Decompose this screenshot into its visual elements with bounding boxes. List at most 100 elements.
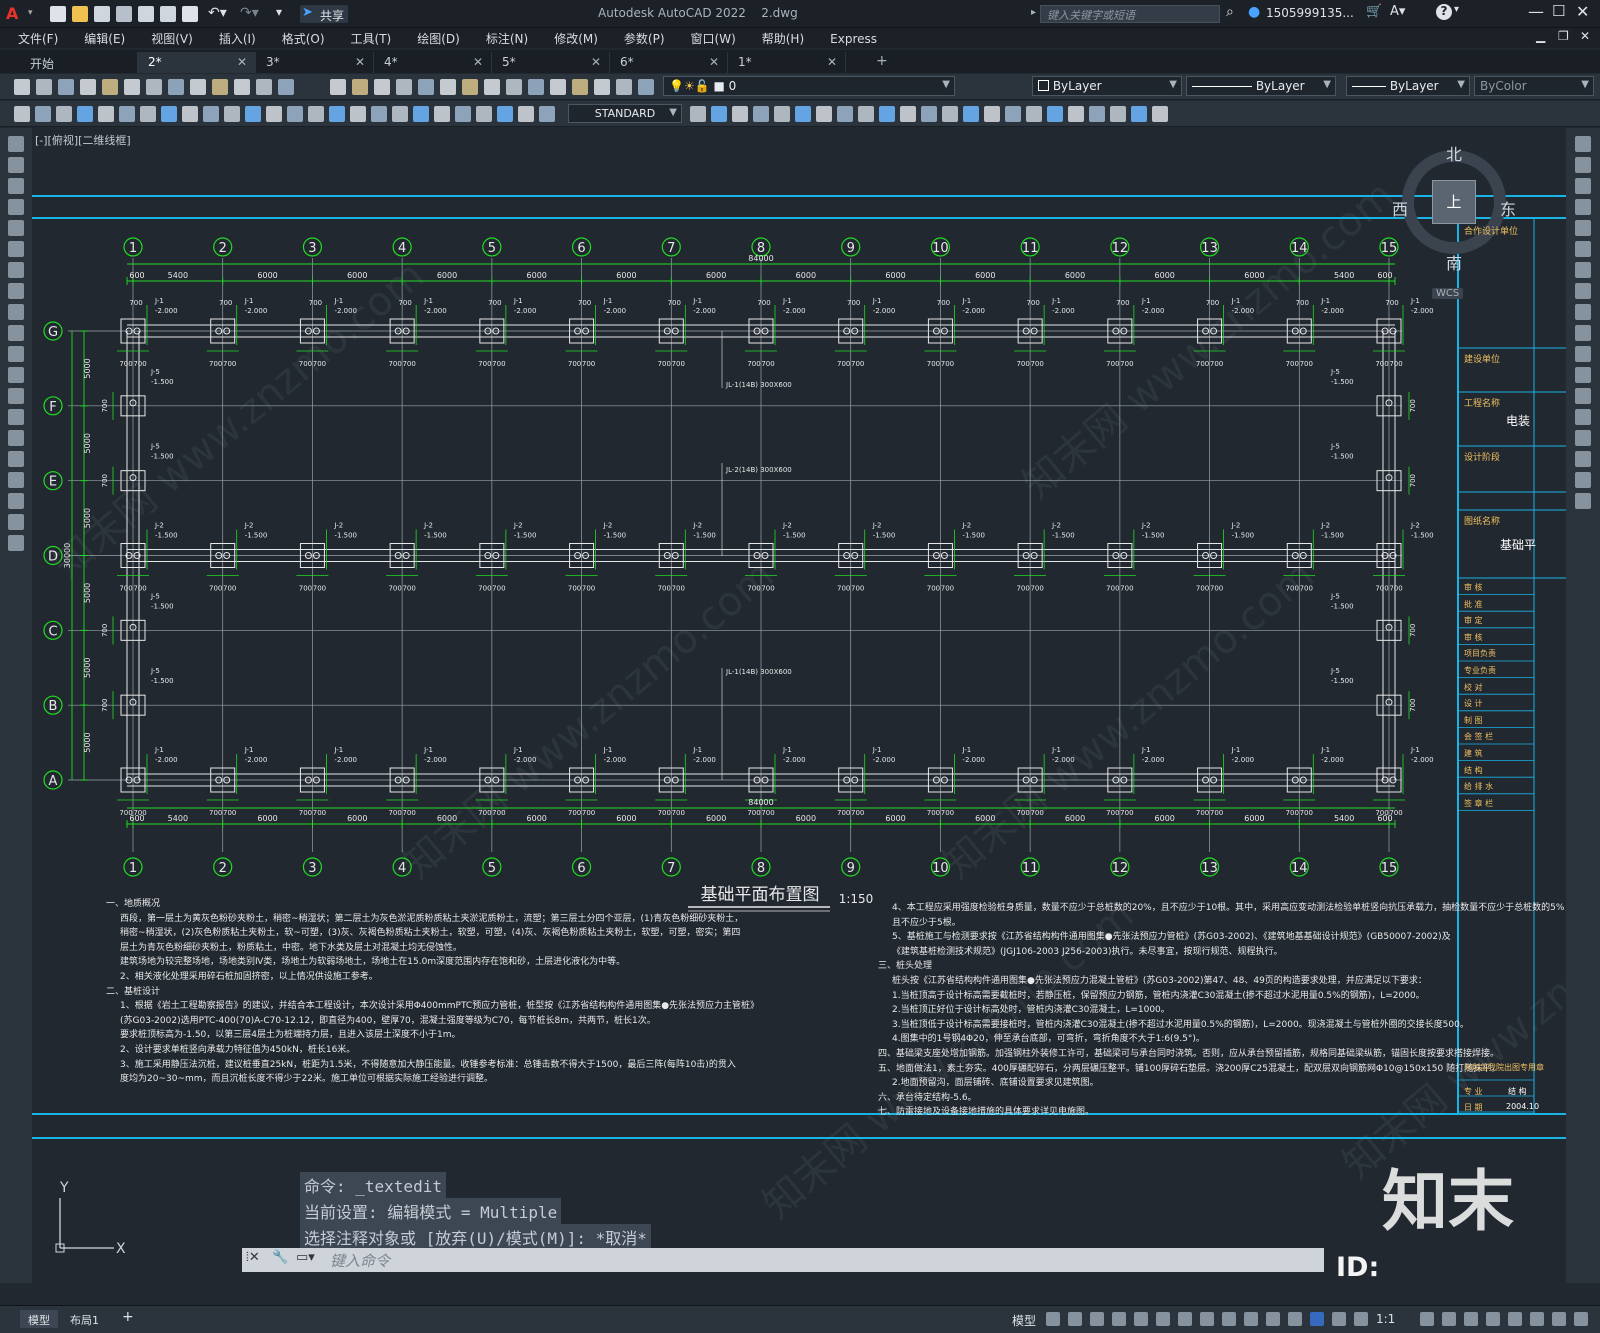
status-toggle-icon[interactable] bbox=[1156, 1312, 1170, 1326]
status-toggle-icon[interactable] bbox=[1464, 1312, 1478, 1326]
modify-tool-icon[interactable] bbox=[1575, 283, 1591, 299]
draw-tool-icon[interactable] bbox=[8, 304, 24, 320]
tool-icon[interactable] bbox=[212, 79, 228, 95]
tab-close-icon[interactable]: ✕ bbox=[355, 55, 365, 69]
layer-dropdown[interactable]: 💡☀🔓 ■ 0 ▼ bbox=[663, 76, 955, 96]
tool-icon[interactable] bbox=[616, 79, 632, 95]
tab-document[interactable]: 3* ✕ bbox=[256, 52, 374, 73]
tool-icon[interactable] bbox=[256, 79, 272, 95]
dim-tool-icon[interactable] bbox=[329, 106, 345, 122]
menu-item[interactable]: 窗口(W) bbox=[691, 30, 736, 47]
drawing-canvas[interactable]: [-][俯视][二维线框] 知末网 www.znzmo.com 知末网 www.… bbox=[32, 128, 1566, 1283]
dim-tool-icon[interactable] bbox=[518, 106, 534, 122]
status-toggle-icon[interactable] bbox=[1134, 1312, 1148, 1326]
tool-icon[interactable] bbox=[374, 79, 390, 95]
recent-commands-icon[interactable]: ▭▾ bbox=[296, 1250, 315, 1265]
search-icon[interactable]: ⌕ bbox=[1226, 4, 1234, 20]
minimize-icon[interactable]: — bbox=[1528, 2, 1544, 21]
dim-tool-icon[interactable] bbox=[732, 106, 748, 122]
tab-layout1[interactable]: 布局1 bbox=[70, 1312, 99, 1328]
dim-tool-icon[interactable] bbox=[942, 106, 958, 122]
tool-icon[interactable] bbox=[638, 79, 654, 95]
tab-close-icon[interactable]: ✕ bbox=[827, 55, 837, 69]
tool-icon[interactable] bbox=[462, 79, 478, 95]
redo-icon[interactable]: ↷▾ bbox=[240, 5, 259, 21]
user-name[interactable]: 1505999135... bbox=[1266, 6, 1354, 20]
draw-tool-icon[interactable] bbox=[8, 346, 24, 362]
status-toggle-icon[interactable] bbox=[1244, 1312, 1258, 1326]
wcs-menu[interactable]: WCS bbox=[1432, 288, 1464, 299]
new-icon[interactable] bbox=[50, 6, 66, 22]
dim-tool-icon[interactable] bbox=[14, 106, 30, 122]
dim-tool-icon[interactable] bbox=[203, 106, 219, 122]
dim-tool-icon[interactable] bbox=[879, 106, 895, 122]
tool-icon[interactable] bbox=[572, 79, 588, 95]
status-toggle-icon[interactable] bbox=[1574, 1312, 1588, 1326]
draw-tool-icon[interactable] bbox=[8, 241, 24, 257]
tab-close-icon[interactable]: ✕ bbox=[591, 55, 601, 69]
undo-icon[interactable]: ↶▾ bbox=[208, 5, 227, 21]
status-toggle-icon[interactable] bbox=[1288, 1312, 1302, 1326]
modify-tool-icon[interactable] bbox=[1575, 409, 1591, 425]
modify-tool-icon[interactable] bbox=[1575, 430, 1591, 446]
tool-icon[interactable] bbox=[594, 79, 610, 95]
chevron-down-icon[interactable]: ▾ bbox=[28, 8, 38, 18]
tool-icon[interactable] bbox=[506, 79, 522, 95]
dim-tool-icon[interactable] bbox=[350, 106, 366, 122]
status-toggle-icon[interactable] bbox=[1354, 1312, 1368, 1326]
status-toggle-icon[interactable] bbox=[1178, 1312, 1192, 1326]
dim-tool-icon[interactable] bbox=[35, 106, 51, 122]
tab-document[interactable]: 4* ✕ bbox=[374, 52, 492, 73]
tab-close-icon[interactable]: ✕ bbox=[237, 55, 247, 69]
tool-icon[interactable] bbox=[190, 79, 206, 95]
dim-tool-icon[interactable] bbox=[1047, 106, 1063, 122]
dim-tool-icon[interactable] bbox=[858, 106, 874, 122]
dim-tool-icon[interactable] bbox=[1131, 106, 1147, 122]
draw-tool-icon[interactable] bbox=[8, 199, 24, 215]
tool-icon[interactable] bbox=[330, 79, 346, 95]
tool-icon[interactable] bbox=[352, 79, 368, 95]
menu-item[interactable]: 绘图(D) bbox=[417, 30, 460, 47]
tab-document[interactable]: 开始 bbox=[20, 52, 138, 73]
modify-tool-icon[interactable] bbox=[1575, 241, 1591, 257]
model-space-button[interactable]: 模型 bbox=[1012, 1312, 1036, 1329]
plotstyle-dropdown[interactable]: ByColor ▼ bbox=[1474, 76, 1594, 96]
dim-tool-icon[interactable] bbox=[161, 106, 177, 122]
help-search-input[interactable]: ▸ 键入关键字或短语 bbox=[1031, 5, 1220, 23]
viewcube-north[interactable]: 北 bbox=[1446, 141, 1462, 165]
autocad-logo-icon[interactable]: A bbox=[6, 4, 28, 24]
menu-item[interactable]: Express bbox=[830, 32, 877, 46]
status-toggle-icon[interactable] bbox=[1222, 1312, 1236, 1326]
tab-close-icon[interactable]: ✕ bbox=[473, 55, 483, 69]
status-toggle-icon[interactable] bbox=[1442, 1312, 1456, 1326]
new-tab-icon[interactable]: + bbox=[876, 53, 888, 69]
tab-close-icon[interactable]: ✕ bbox=[709, 55, 719, 69]
tool-icon[interactable] bbox=[146, 79, 162, 95]
dim-tool-icon[interactable] bbox=[690, 106, 706, 122]
draw-tool-icon[interactable] bbox=[8, 472, 24, 488]
modify-tool-icon[interactable] bbox=[1575, 262, 1591, 278]
modify-tool-icon[interactable] bbox=[1575, 325, 1591, 341]
textstyle-dropdown[interactable]: STANDARD ▼ bbox=[568, 104, 682, 123]
viewcube-west[interactable]: 西 bbox=[1392, 196, 1408, 220]
dim-tool-icon[interactable] bbox=[963, 106, 979, 122]
tool-icon[interactable] bbox=[58, 79, 74, 95]
status-toggle-icon[interactable] bbox=[1486, 1312, 1500, 1326]
modify-tool-icon[interactable] bbox=[1575, 493, 1591, 509]
dim-tool-icon[interactable] bbox=[245, 106, 261, 122]
modify-tool-icon[interactable] bbox=[1575, 388, 1591, 404]
tool-icon[interactable] bbox=[102, 79, 118, 95]
status-toggle-icon[interactable] bbox=[1090, 1312, 1104, 1326]
command-line[interactable]: ⦙✕ 🔧 ▭▾ 键入命令 bbox=[242, 1248, 1324, 1272]
dim-tool-icon[interactable] bbox=[434, 106, 450, 122]
modify-tool-icon[interactable] bbox=[1575, 346, 1591, 362]
tool-icon[interactable] bbox=[440, 79, 456, 95]
help-icon[interactable]: ? bbox=[1436, 4, 1452, 20]
help-dropdown-icon[interactable]: ▾ bbox=[1454, 4, 1459, 15]
dim-tool-icon[interactable] bbox=[900, 106, 916, 122]
dim-tool-icon[interactable] bbox=[1026, 106, 1042, 122]
dim-tool-icon[interactable] bbox=[1089, 106, 1105, 122]
dim-tool-icon[interactable] bbox=[753, 106, 769, 122]
dim-tool-icon[interactable] bbox=[711, 106, 727, 122]
maximize-icon[interactable]: ☐ bbox=[1552, 2, 1565, 20]
